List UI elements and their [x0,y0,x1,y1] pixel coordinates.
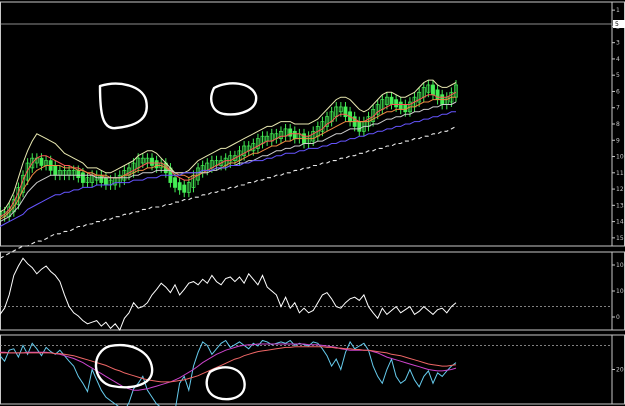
candle-body [398,101,403,110]
candle-body [394,99,399,108]
current-price-label: 5 [615,21,619,28]
hand-drawn-annotations [94,82,258,401]
price-panel: 1234567891011121314155 [0,1,625,259]
candle-body [53,165,58,176]
y-tick-label: 8 [616,121,620,128]
y-tick-label: 20 [616,367,624,374]
candle-body [80,172,85,183]
y-tick-label: 4 [616,56,620,63]
y-tick-label: 13 [616,202,624,209]
oscillator-panel-2: 20 [0,334,625,406]
panel-frame [0,251,625,331]
candle-body [292,130,297,139]
annotation-circle [205,366,246,401]
candle-body [357,121,362,132]
annotation-circle [94,343,154,389]
y-tick-label: 1 [616,7,620,14]
y-tick-label: 11 [616,170,624,177]
candle-body [103,177,108,186]
y-tick-label: 10 [616,262,624,269]
y-tick-label: 0 [616,314,620,321]
y-tick-label: 12 [616,186,624,193]
candle-body [173,177,177,188]
series-oscillator [0,257,457,332]
panel-frame [0,1,625,247]
annotation-circle [210,82,258,116]
oscillator-panel-1: 10 10 0 [0,251,625,332]
y-tick-label: 10 [616,288,624,295]
y-tick-label: 14 [616,219,624,226]
y-tick-label: 15 [616,235,624,242]
candle-body [39,157,44,166]
candle-body [389,96,394,105]
candle-body [150,157,154,166]
candle-body [403,104,408,113]
series-ma_fast [0,91,457,218]
y-tick-label: 10 [616,154,624,161]
candle-body [182,184,187,193]
candle-body [76,170,81,179]
y-tick-label: 5 [616,72,620,79]
candle-body [431,84,435,96]
y-tick-label: 6 [616,88,620,95]
series-fast [0,339,457,406]
annotation-circle [98,82,148,130]
y-tick-label: 7 [616,105,620,112]
candle-body [288,128,293,137]
y-tick-label: 9 [616,137,620,144]
series-ma_slow [0,101,457,223]
candlestick-series [0,80,458,222]
candle-body [177,182,182,191]
y-tick-label: 3 [616,40,620,47]
chart-canvas: 1234567891011121314155 10100 20 [0,1,625,406]
series-ma_long [0,111,456,227]
series-slow [0,346,457,383]
candle-body [154,160,159,169]
candle-body [435,89,440,100]
